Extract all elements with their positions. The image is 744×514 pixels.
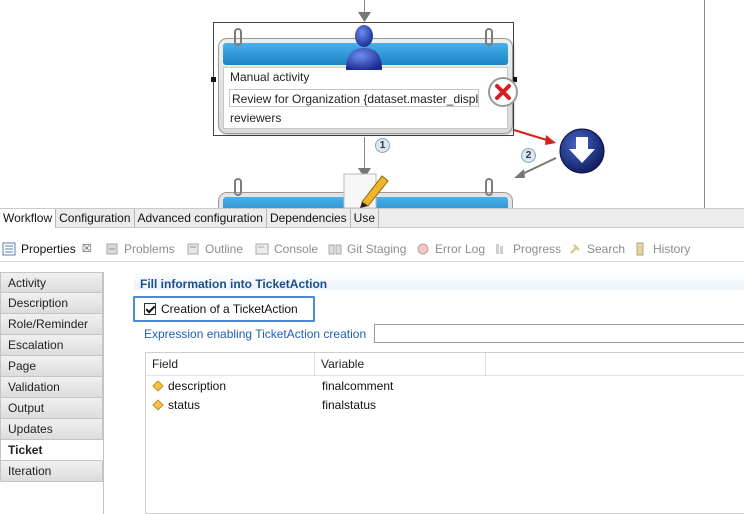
properties-icon [2, 242, 16, 255]
row-field: description [168, 379, 227, 393]
incoming-arrowhead-icon [358, 12, 371, 22]
exception-transition-arrow[interactable] [512, 124, 562, 184]
search-icon [570, 243, 580, 254]
view-tab-properties[interactable]: Properties ☒ [2, 236, 98, 261]
view-tab-label: Properties [21, 241, 76, 256]
sidebar-divider [103, 272, 104, 514]
expression-input[interactable] [374, 324, 744, 343]
tab-configuration[interactable]: Configuration [56, 209, 135, 228]
history-icon [636, 242, 644, 255]
download-arrow-icon[interactable] [558, 127, 606, 175]
view-tab-progress[interactable]: Progress [494, 236, 561, 261]
properties-sidebar: Activity Description Role/Reminder Escal… [0, 272, 103, 482]
checkbox-checked-icon[interactable] [144, 303, 156, 315]
activity-type-label: Manual activity [230, 70, 310, 84]
view-tab-error-log[interactable]: Error Log [416, 236, 485, 261]
problems-icon [106, 243, 118, 254]
column-header-field[interactable]: Field [146, 353, 315, 375]
column-header-variable[interactable]: Variable [315, 353, 486, 375]
close-view-icon[interactable]: ☒ [82, 242, 92, 255]
console-icon [255, 243, 269, 254]
view-tab-search[interactable]: Search [568, 236, 625, 261]
sidebar-item-escalation[interactable]: Escalation [0, 335, 103, 356]
binder-ring-icon [234, 178, 242, 196]
delete-x-icon[interactable] [488, 77, 518, 107]
section-title: Fill information into TicketAction [140, 277, 328, 291]
view-tab-label: Problems [124, 241, 175, 256]
section-header: Fill information into TicketAction [134, 272, 744, 291]
table-header: Field Variable [146, 353, 744, 376]
row-variable: finalstatus [322, 398, 377, 412]
table-row[interactable]: status finalstatus [146, 396, 744, 415]
view-tab-label: Git Staging [347, 241, 407, 256]
selection-handle-left[interactable] [211, 77, 216, 82]
checkbox-label: Creation of a TicketAction [161, 302, 298, 316]
view-tab-git-staging[interactable]: Git Staging [328, 236, 406, 261]
tab-use[interactable]: Use [351, 209, 380, 228]
row-variable: finalcomment [322, 379, 394, 393]
sidebar-item-validation[interactable]: Validation [0, 377, 103, 398]
view-tab-label: Error Log [435, 241, 486, 256]
view-tab-label: Progress [513, 241, 562, 256]
view-tab-problems[interactable]: Problems [105, 236, 175, 261]
row-field: status [168, 398, 201, 412]
activity-description-field[interactable]: Review for Organization {dataset.master_… [229, 89, 479, 107]
view-tab-label: History [653, 241, 691, 256]
tab-dependencies[interactable]: Dependencies [267, 209, 351, 228]
sidebar-item-description[interactable]: Description [0, 293, 103, 314]
activity-actor-label: reviewers [230, 111, 282, 125]
workflow-diagram-canvas[interactable]: Manual activity Review for Organization … [0, 0, 744, 208]
field-diamond-icon [152, 380, 164, 392]
transition-number-2: 2 [521, 148, 536, 163]
binder-ring-icon [234, 28, 242, 46]
sidebar-item-iteration[interactable]: Iteration [0, 461, 103, 482]
progress-icon [496, 243, 503, 254]
sidebar-item-page[interactable]: Page [0, 356, 103, 377]
view-tab-console[interactable]: Console [255, 236, 318, 261]
sidebar-item-updates[interactable]: Updates [0, 419, 103, 440]
sidebar-item-activity[interactable]: Activity [0, 272, 103, 293]
git-staging-icon [328, 244, 342, 254]
sidebar-item-output[interactable]: Output [0, 398, 103, 419]
binder-ring-icon [485, 28, 493, 46]
outgoing-transition-line[interactable] [364, 137, 365, 170]
outline-icon [187, 243, 199, 254]
view-tab-label: Console [274, 241, 319, 256]
editor-tab-strip: Workflow Configuration Advanced configur… [0, 208, 744, 228]
create-ticketaction-checkbox[interactable]: Creation of a TicketAction [133, 296, 315, 322]
expression-link[interactable]: Expression enabling TicketAction creatio… [144, 327, 366, 341]
error-log-icon [417, 243, 429, 254]
view-tab-outline[interactable]: Outline [186, 236, 243, 261]
transition-number-1: 1 [375, 138, 390, 153]
table-row[interactable]: description finalcomment [146, 377, 744, 396]
view-tab-label: Outline [205, 241, 244, 256]
tab-workflow[interactable]: Workflow [0, 209, 57, 228]
binder-ring-icon [485, 178, 493, 196]
view-tab-history[interactable]: History [634, 236, 690, 261]
sidebar-item-role-reminder[interactable]: Role/Reminder [0, 314, 103, 335]
view-tab-label: Search [587, 241, 626, 256]
field-diamond-icon [152, 399, 164, 411]
user-icon [346, 25, 382, 70]
tab-advanced-configuration[interactable]: Advanced configuration [135, 209, 267, 228]
lane-separator-line [704, 0, 705, 208]
field-mapping-table: Field Variable description finalcomment … [145, 352, 744, 514]
sidebar-item-ticket[interactable]: Ticket [0, 440, 103, 461]
pencil-icon [343, 173, 389, 208]
view-tab-bar: Properties ☒ Problems Outline Console Gi… [0, 236, 744, 262]
